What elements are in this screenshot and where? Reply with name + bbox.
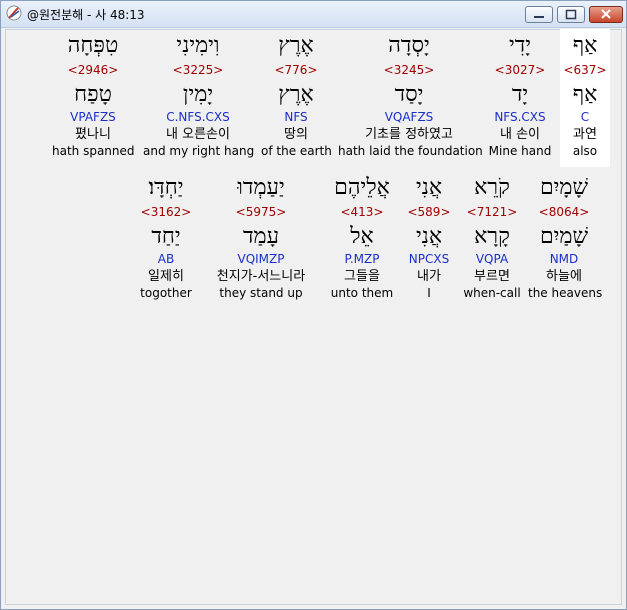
morphology-code: AB xyxy=(157,252,175,266)
word-cell[interactable]: וִימִינִי <3225> יָמִין C.NFS.CXS 내 오른손이… xyxy=(143,29,255,159)
morphology-code: C.NFS.CXS xyxy=(166,110,230,124)
hebrew-word: יָדִי xyxy=(508,33,532,58)
analysis-panel: אַף <637> אַף C 과연 also יָדִי <3027> יָד… xyxy=(5,29,622,605)
word-cell[interactable]: יַעַמְדוּ <5975> עָמַד VQIMZP 천지가-서느니라 t… xyxy=(201,171,321,301)
hebrew-word: יַעַמְדוּ xyxy=(237,175,285,200)
english-gloss: hath laid the foundation xyxy=(338,144,483,158)
lexical-form: אֶרֶץ xyxy=(278,82,314,107)
lexical-form: אַף xyxy=(572,82,598,107)
english-gloss: hath spanned xyxy=(52,144,135,158)
morphology-code: NMD xyxy=(549,252,579,266)
morphology-code: VQAFZS xyxy=(384,110,434,124)
korean-gloss: 내 손이 xyxy=(499,127,540,142)
strong-number: <589> xyxy=(407,205,451,219)
lexical-form: שָׁמַיִם xyxy=(539,224,589,249)
english-gloss: of the earth xyxy=(261,144,332,158)
morphology-code: VQIMZP xyxy=(237,252,285,266)
word-cell[interactable]: יָסְדָה <3245> יָסַד VQAFZS 기초를 정하였고 hat… xyxy=(338,29,483,159)
word-cell[interactable]: יַחְדָּו׃ <3162> יַחַד AB 일제히 togother xyxy=(135,171,197,301)
word-cell[interactable]: אֶרֶץ <776> אֶרֶץ NFS 땅의 of the earth xyxy=(261,29,332,159)
morphology-code: VQPA xyxy=(475,252,509,266)
korean-gloss: 하늘에 xyxy=(546,269,582,284)
korean-gloss: 땅의 xyxy=(284,127,308,142)
window-title: @원전분해 - 사 48:13 xyxy=(27,8,145,22)
minimize-button[interactable] xyxy=(525,6,553,23)
hebrew-word: אֶרֶץ xyxy=(278,33,314,58)
lexical-form: יָמִין xyxy=(182,82,214,107)
english-gloss: the heavens xyxy=(528,286,603,300)
word-cell[interactable]: אַף <637> אַף C 과연 also xyxy=(560,29,610,159)
close-icon xyxy=(601,9,611,19)
english-gloss: Mine hand xyxy=(488,144,552,158)
lexical-form: יָסַד xyxy=(394,82,424,107)
korean-gloss: 내 오른손이 xyxy=(166,127,230,142)
english-gloss: and my right hang xyxy=(143,144,255,158)
hebrew-word: טִפְּחָה xyxy=(67,33,119,58)
strong-number: <3245> xyxy=(383,63,435,77)
lexical-form: עָמַד xyxy=(242,224,280,249)
english-gloss: they stand up xyxy=(219,286,303,300)
hebrew-word: שָׁמָיִם xyxy=(539,175,589,200)
korean-gloss: 그들을 xyxy=(344,269,380,284)
hebrew-word: יַחְדָּו׃ xyxy=(148,175,184,200)
korean-gloss: 폈나니 xyxy=(75,127,111,142)
app-window: @원전분해 - 사 48:13 אַף <637> אַף C 과연 also … xyxy=(0,0,627,610)
hebrew-word: אַף xyxy=(572,33,598,58)
morphology-code: C xyxy=(580,110,590,124)
hebrew-word: וִימִינִי xyxy=(176,33,220,58)
strong-number: <413> xyxy=(340,205,384,219)
english-gloss: also xyxy=(572,144,598,158)
hebrew-word: אֲלֵיהֶם xyxy=(334,175,390,200)
strong-number: <3225> xyxy=(172,63,224,77)
english-gloss: when-call xyxy=(463,286,521,300)
korean-gloss: 천지가-서느니라 xyxy=(216,269,306,284)
english-gloss: unto them xyxy=(330,286,394,300)
maximize-icon xyxy=(565,9,577,20)
hebrew-word: יָסְדָה xyxy=(388,33,430,58)
morphology-code: NFS.CXS xyxy=(494,110,546,124)
morphology-code: NFS xyxy=(284,110,308,124)
korean-gloss: 부르면 xyxy=(474,269,510,284)
hebrew-word: קֹרֵא xyxy=(474,175,510,200)
word-cell[interactable]: אֲנִי <589> אֲנִי NPCXS 내가 I xyxy=(402,171,456,301)
korean-gloss: 일제히 xyxy=(148,269,184,284)
lexical-form: אֲנִי xyxy=(415,224,443,249)
korean-gloss: 과연 xyxy=(573,127,597,142)
korean-gloss: 내가 xyxy=(417,269,441,284)
app-icon[interactable] xyxy=(6,5,22,21)
strong-number: <3027> xyxy=(494,63,546,77)
lexical-form: טָפַח xyxy=(74,82,112,107)
korean-gloss: 기초를 정하였고 xyxy=(365,127,453,142)
strong-number: <8064> xyxy=(538,205,590,219)
morphology-code: NPCXS xyxy=(408,252,450,266)
strong-number: <776> xyxy=(274,63,318,77)
strong-number: <3162> xyxy=(140,205,192,219)
lexical-form: יַחַד xyxy=(151,224,181,249)
morphology-code: P.MZP xyxy=(344,252,380,266)
word-cell[interactable]: טִפְּחָה <2946> טָפַח VPAFZS 폈나니 hath sp… xyxy=(52,29,135,159)
lexical-form: אֵל xyxy=(350,224,374,249)
english-gloss: togother xyxy=(140,286,192,300)
english-gloss: I xyxy=(427,286,431,300)
close-button[interactable] xyxy=(589,6,623,23)
lexical-form: יָד xyxy=(511,82,529,107)
word-cell[interactable]: קֹרֵא <7121> קָרָא VQPA 부르면 when-call xyxy=(460,171,524,301)
word-cell[interactable]: שָׁמָיִם <8064> שָׁמַיִם NMD 하늘에 the hea… xyxy=(528,171,603,301)
strong-number: <7121> xyxy=(466,205,518,219)
strong-number: <5975> xyxy=(235,205,287,219)
word-cell[interactable]: אֲלֵיהֶם <413> אֵל P.MZP 그들을 unto them xyxy=(325,171,399,301)
maximize-button[interactable] xyxy=(557,6,585,23)
strong-number: <637> xyxy=(563,63,607,77)
morphology-code: VPAFZS xyxy=(70,110,116,124)
strong-number: <2946> xyxy=(67,63,119,77)
hebrew-word: אֲנִי xyxy=(415,175,443,200)
title-bar[interactable]: @원전분해 - 사 48:13 xyxy=(1,1,626,28)
word-cell[interactable]: יָדִי <3027> יָד NFS.CXS 내 손이 Mine hand xyxy=(483,29,557,159)
minimize-icon xyxy=(534,16,544,18)
lexical-form: קָרָא xyxy=(474,224,510,249)
